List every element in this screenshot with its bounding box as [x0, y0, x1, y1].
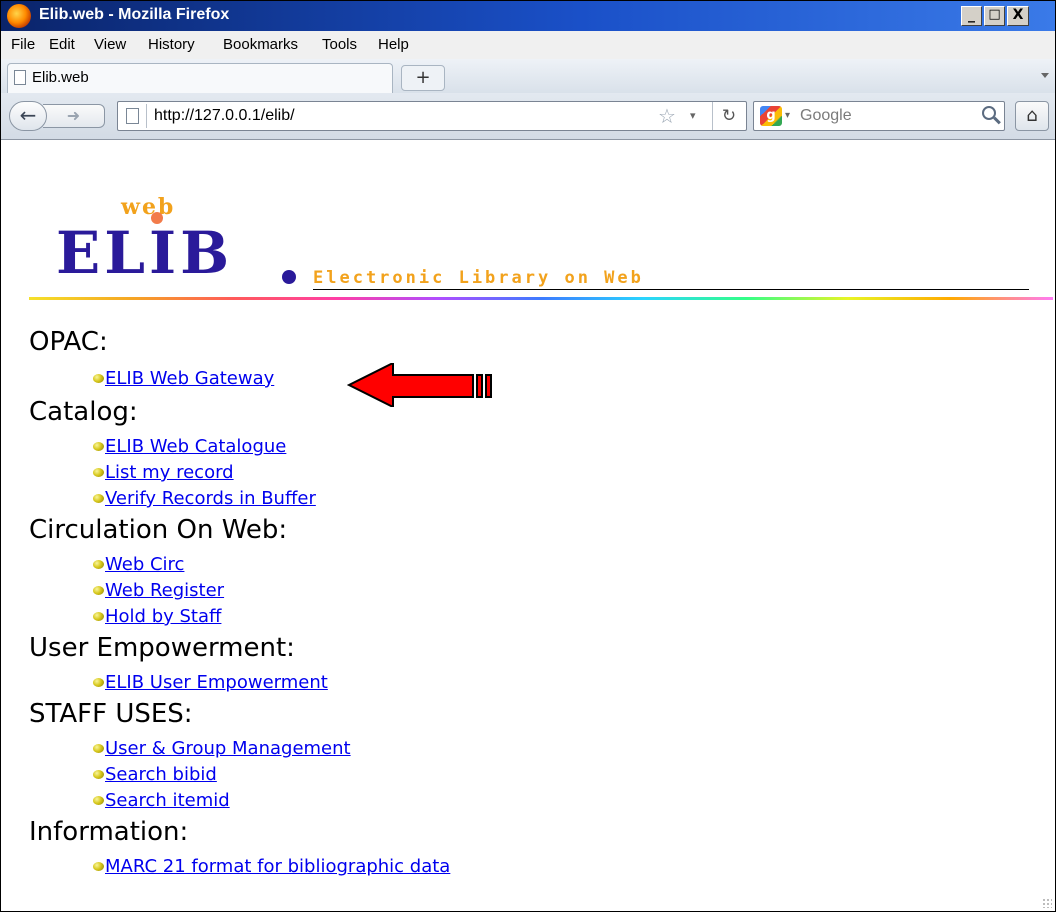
- link-verify-records-in-buffer[interactable]: Verify Records in Buffer: [105, 488, 316, 509]
- tab-elib-web[interactable]: Elib.web: [7, 63, 393, 93]
- minimize-button[interactable]: _: [961, 6, 982, 26]
- back-button[interactable]: ←: [9, 101, 47, 131]
- link-elib-web-catalogue[interactable]: ELIB Web Catalogue: [105, 436, 286, 457]
- bullet-icon: [93, 678, 104, 687]
- bullet-icon: [93, 374, 104, 383]
- page-icon: [14, 70, 26, 85]
- back-arrow-icon: ←: [19, 103, 37, 127]
- url-bar[interactable]: http://127.0.0.1/elib/ ☆ ▾ ↻: [117, 101, 747, 131]
- search-bar[interactable]: g ▾ Google: [753, 101, 1005, 131]
- close-button[interactable]: X: [1007, 6, 1029, 26]
- link-user-group-management[interactable]: User & Group Management: [105, 738, 351, 759]
- forward-button[interactable]: ➜: [43, 104, 105, 128]
- menu-history[interactable]: History: [148, 36, 195, 53]
- tab-strip: Elib.web +: [1, 59, 1055, 94]
- logo-period-decoration: [282, 270, 296, 284]
- home-icon: ⌂: [1026, 105, 1038, 126]
- section-opac: OPAC:: [29, 327, 108, 357]
- google-engine-icon[interactable]: g: [760, 106, 782, 126]
- bullet-icon: [93, 796, 104, 805]
- home-button[interactable]: ⌂: [1015, 101, 1049, 131]
- url-input[interactable]: http://127.0.0.1/elib/: [154, 107, 295, 125]
- tab-list-chevron-icon[interactable]: [1041, 73, 1049, 78]
- site-identity-icon[interactable]: [126, 108, 139, 124]
- logo-subtitle: Electronic Library on Web: [313, 268, 644, 288]
- forward-arrow-icon: ➜: [66, 106, 81, 125]
- tab-label: Elib.web: [32, 69, 89, 86]
- search-icon[interactable]: [982, 106, 996, 120]
- link-elib-user-empowerment[interactable]: ELIB User Empowerment: [105, 672, 328, 693]
- bullet-icon: [93, 468, 104, 477]
- link-marc21-format[interactable]: MARC 21 format for bibliographic data: [105, 856, 450, 877]
- logo-underline: [313, 289, 1029, 290]
- logo-elib-text: ELIB: [56, 219, 234, 287]
- search-input[interactable]: Google: [800, 107, 852, 125]
- browser-window: Elib.web - Mozilla Firefox _ □ X File Ed…: [0, 0, 1056, 912]
- menu-view[interactable]: View: [94, 36, 126, 53]
- bullet-icon: [93, 770, 104, 779]
- bullet-icon: [93, 586, 104, 595]
- section-catalog: Catalog:: [29, 397, 138, 427]
- url-separator: [146, 104, 147, 128]
- logo-web-text: web: [121, 194, 176, 220]
- section-staff-uses: STAFF USES:: [29, 699, 193, 729]
- menu-tools[interactable]: Tools: [322, 36, 357, 53]
- link-web-register[interactable]: Web Register: [105, 580, 224, 601]
- bullet-icon: [93, 494, 104, 503]
- link-list-my-record[interactable]: List my record: [105, 462, 234, 483]
- navigation-bar: ➜ ← http://127.0.0.1/elib/ ☆ ▾ ↻ g ▾ Goo…: [1, 93, 1055, 140]
- bullet-icon: [93, 612, 104, 621]
- section-user-empowerment: User Empowerment:: [29, 633, 295, 663]
- link-elib-web-gateway[interactable]: ELIB Web Gateway: [105, 368, 274, 389]
- window-title: Elib.web - Mozilla Firefox: [39, 6, 230, 23]
- link-search-bibid[interactable]: Search bibid: [105, 764, 217, 785]
- new-tab-button[interactable]: +: [401, 65, 445, 91]
- engine-dropdown-icon[interactable]: ▾: [785, 110, 790, 121]
- bullet-icon: [93, 442, 104, 451]
- rainbow-divider: [29, 297, 1053, 300]
- menu-file[interactable]: File: [11, 36, 35, 53]
- section-circulation: Circulation On Web:: [29, 515, 288, 545]
- link-web-circ[interactable]: Web Circ: [105, 554, 184, 575]
- link-search-itemid[interactable]: Search itemid: [105, 790, 230, 811]
- reload-icon[interactable]: ↻: [712, 102, 745, 130]
- resize-grip-icon[interactable]: [1042, 898, 1052, 908]
- red-arrow-annotation: [347, 363, 492, 407]
- title-bar[interactable]: Elib.web - Mozilla Firefox _ □ X: [1, 1, 1055, 31]
- firefox-icon: [7, 4, 31, 28]
- menu-bar: File Edit View History Bookmarks Tools H…: [1, 31, 1055, 59]
- star-icon[interactable]: ☆: [658, 104, 676, 128]
- menu-bookmarks[interactable]: Bookmarks: [223, 36, 298, 53]
- page-content: web ELIB Electronic Library on Web OPAC:…: [1, 140, 1055, 911]
- maximize-button[interactable]: □: [984, 6, 1005, 26]
- bullet-icon: [93, 862, 104, 871]
- back-forward-group: ➜ ←: [9, 101, 107, 131]
- menu-edit[interactable]: Edit: [49, 36, 75, 53]
- history-dropdown-icon[interactable]: ▾: [690, 109, 696, 122]
- bullet-icon: [93, 560, 104, 569]
- link-hold-by-staff[interactable]: Hold by Staff: [105, 606, 221, 627]
- section-information: Information:: [29, 817, 189, 847]
- menu-help[interactable]: Help: [378, 36, 409, 53]
- bullet-icon: [93, 744, 104, 753]
